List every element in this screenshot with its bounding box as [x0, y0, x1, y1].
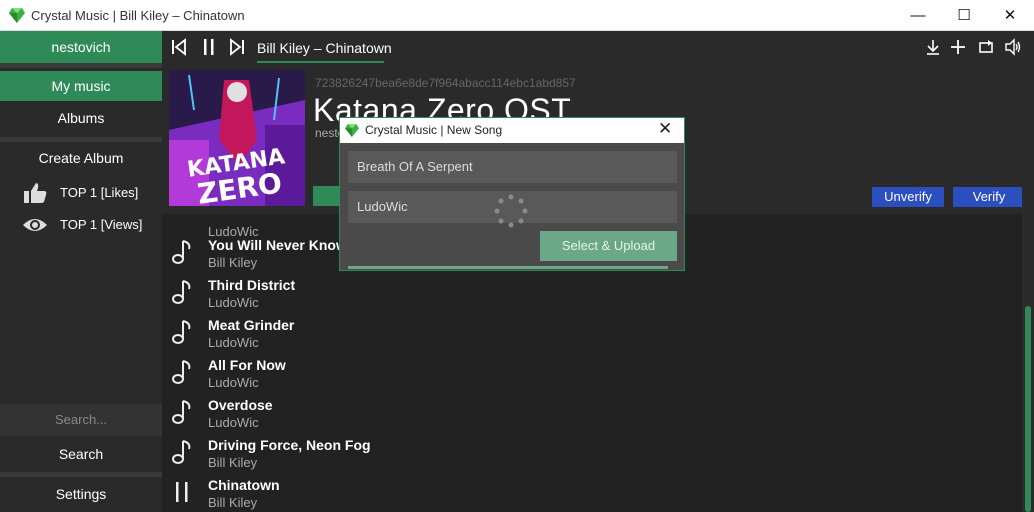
- sidebar: nestovich My music Albums Create Album T…: [0, 31, 162, 512]
- repeat-icon[interactable]: [977, 38, 995, 56]
- scrollbar-thumb[interactable]: [1025, 306, 1031, 512]
- crystal-logo-icon: [345, 124, 359, 137]
- music-note-icon: [172, 400, 191, 424]
- pause-icon: [176, 482, 188, 502]
- upload-progress: [348, 266, 668, 269]
- main-panel: Bill Kiley – Chinatown KATANA ZERO 72382…: [162, 31, 1025, 512]
- list-item[interactable]: All For Now LudoWic: [162, 351, 1022, 391]
- song-artist: LudoWic: [208, 415, 259, 430]
- minimize-button[interactable]: —: [895, 0, 941, 31]
- album-cover: KATANA ZERO: [169, 70, 305, 206]
- dialog-titlebar: Crystal Music | New Song ✕: [340, 118, 684, 143]
- loading-spinner-icon: [494, 194, 528, 228]
- album-hash: 723826247bea6e8de7f964abacc114ebc1abd857: [315, 76, 576, 90]
- song-title: Third District: [208, 277, 296, 293]
- sidebar-divider: [0, 137, 162, 142]
- list-item[interactable]: Third District LudoWic: [162, 271, 1022, 311]
- music-note-icon: [172, 360, 191, 384]
- crystal-logo-icon: [9, 8, 25, 23]
- album-cover-art: KATANA ZERO: [169, 70, 305, 206]
- select-upload-button[interactable]: Select & Upload: [540, 231, 677, 261]
- settings-button[interactable]: Settings: [0, 478, 162, 510]
- new-song-dialog: Crystal Music | New Song ✕ Breath Of A S…: [339, 117, 685, 271]
- sidebar-item-albums[interactable]: Albums: [0, 103, 162, 133]
- sidebar-divider: [0, 63, 162, 68]
- maximize-button[interactable]: ☐: [941, 0, 987, 31]
- window-titlebar: Crystal Music | Bill Kiley – Chinatown —…: [0, 0, 1034, 31]
- sidebar-item-top-views[interactable]: TOP 1 [Views]: [0, 211, 162, 239]
- volume-icon[interactable]: [1004, 38, 1022, 56]
- song-artist: Bill Kiley: [208, 495, 258, 510]
- download-icon[interactable]: [924, 38, 942, 56]
- song-artist: LudoWic: [208, 375, 259, 390]
- player-bar: Bill Kiley – Chinatown: [162, 31, 1022, 64]
- song-artist: Bill Kiley: [208, 255, 258, 270]
- scrollbar[interactable]: [1022, 31, 1034, 512]
- song-title: Chinatown: [208, 477, 280, 493]
- list-item[interactable]: Driving Force, Neon Fog Bill Kiley: [162, 431, 1022, 471]
- window-title: Crystal Music | Bill Kiley – Chinatown: [31, 8, 245, 23]
- song-title: Meat Grinder: [208, 317, 295, 333]
- sidebar-item-top-likes[interactable]: TOP 1 [Likes]: [0, 179, 162, 207]
- dialog-title: Crystal Music | New Song: [365, 123, 503, 137]
- pause-icon[interactable]: [200, 38, 218, 56]
- music-note-icon: [172, 280, 191, 304]
- song-title: You Will Never Know: [208, 237, 347, 253]
- close-button[interactable]: ✕: [987, 0, 1033, 31]
- top-likes-label: TOP 1 [Likes]: [60, 185, 139, 200]
- playback-progress[interactable]: [257, 61, 384, 63]
- sidebar-item-create-album[interactable]: Create Album: [0, 143, 162, 173]
- sidebar-divider: [0, 472, 162, 477]
- music-note-icon: [172, 240, 191, 264]
- eye-icon: [23, 219, 47, 231]
- list-item[interactable]: Chinatown Bill Kiley: [162, 471, 1022, 511]
- add-icon[interactable]: [949, 38, 967, 56]
- song-artist: LudoWic: [208, 295, 259, 310]
- search-button[interactable]: Search: [0, 438, 162, 470]
- top-views-label: TOP 1 [Views]: [60, 217, 143, 232]
- now-playing-title: Bill Kiley – Chinatown: [257, 40, 392, 56]
- music-note-icon: [172, 440, 191, 464]
- next-icon[interactable]: [228, 38, 246, 56]
- user-name[interactable]: nestovich: [0, 31, 162, 63]
- dialog-close-button[interactable]: ✕: [658, 119, 672, 139]
- music-note-icon: [172, 320, 191, 344]
- sidebar-item-my-music[interactable]: My music: [0, 71, 162, 101]
- song-artist: Bill Kiley: [208, 455, 258, 470]
- list-item[interactable]: Meat Grinder LudoWic: [162, 311, 1022, 351]
- song-title: All For Now: [208, 357, 286, 373]
- song-name-input[interactable]: Breath Of A Serpent: [348, 151, 677, 183]
- search-input[interactable]: Search...: [0, 404, 162, 436]
- song-artist: LudoWic: [208, 335, 259, 350]
- list-item[interactable]: Overdose LudoWic: [162, 391, 1022, 431]
- thumbs-up-icon: [24, 183, 47, 203]
- song-title: Overdose: [208, 397, 273, 413]
- previous-icon[interactable]: [170, 38, 188, 56]
- song-title: Driving Force, Neon Fog: [208, 437, 371, 453]
